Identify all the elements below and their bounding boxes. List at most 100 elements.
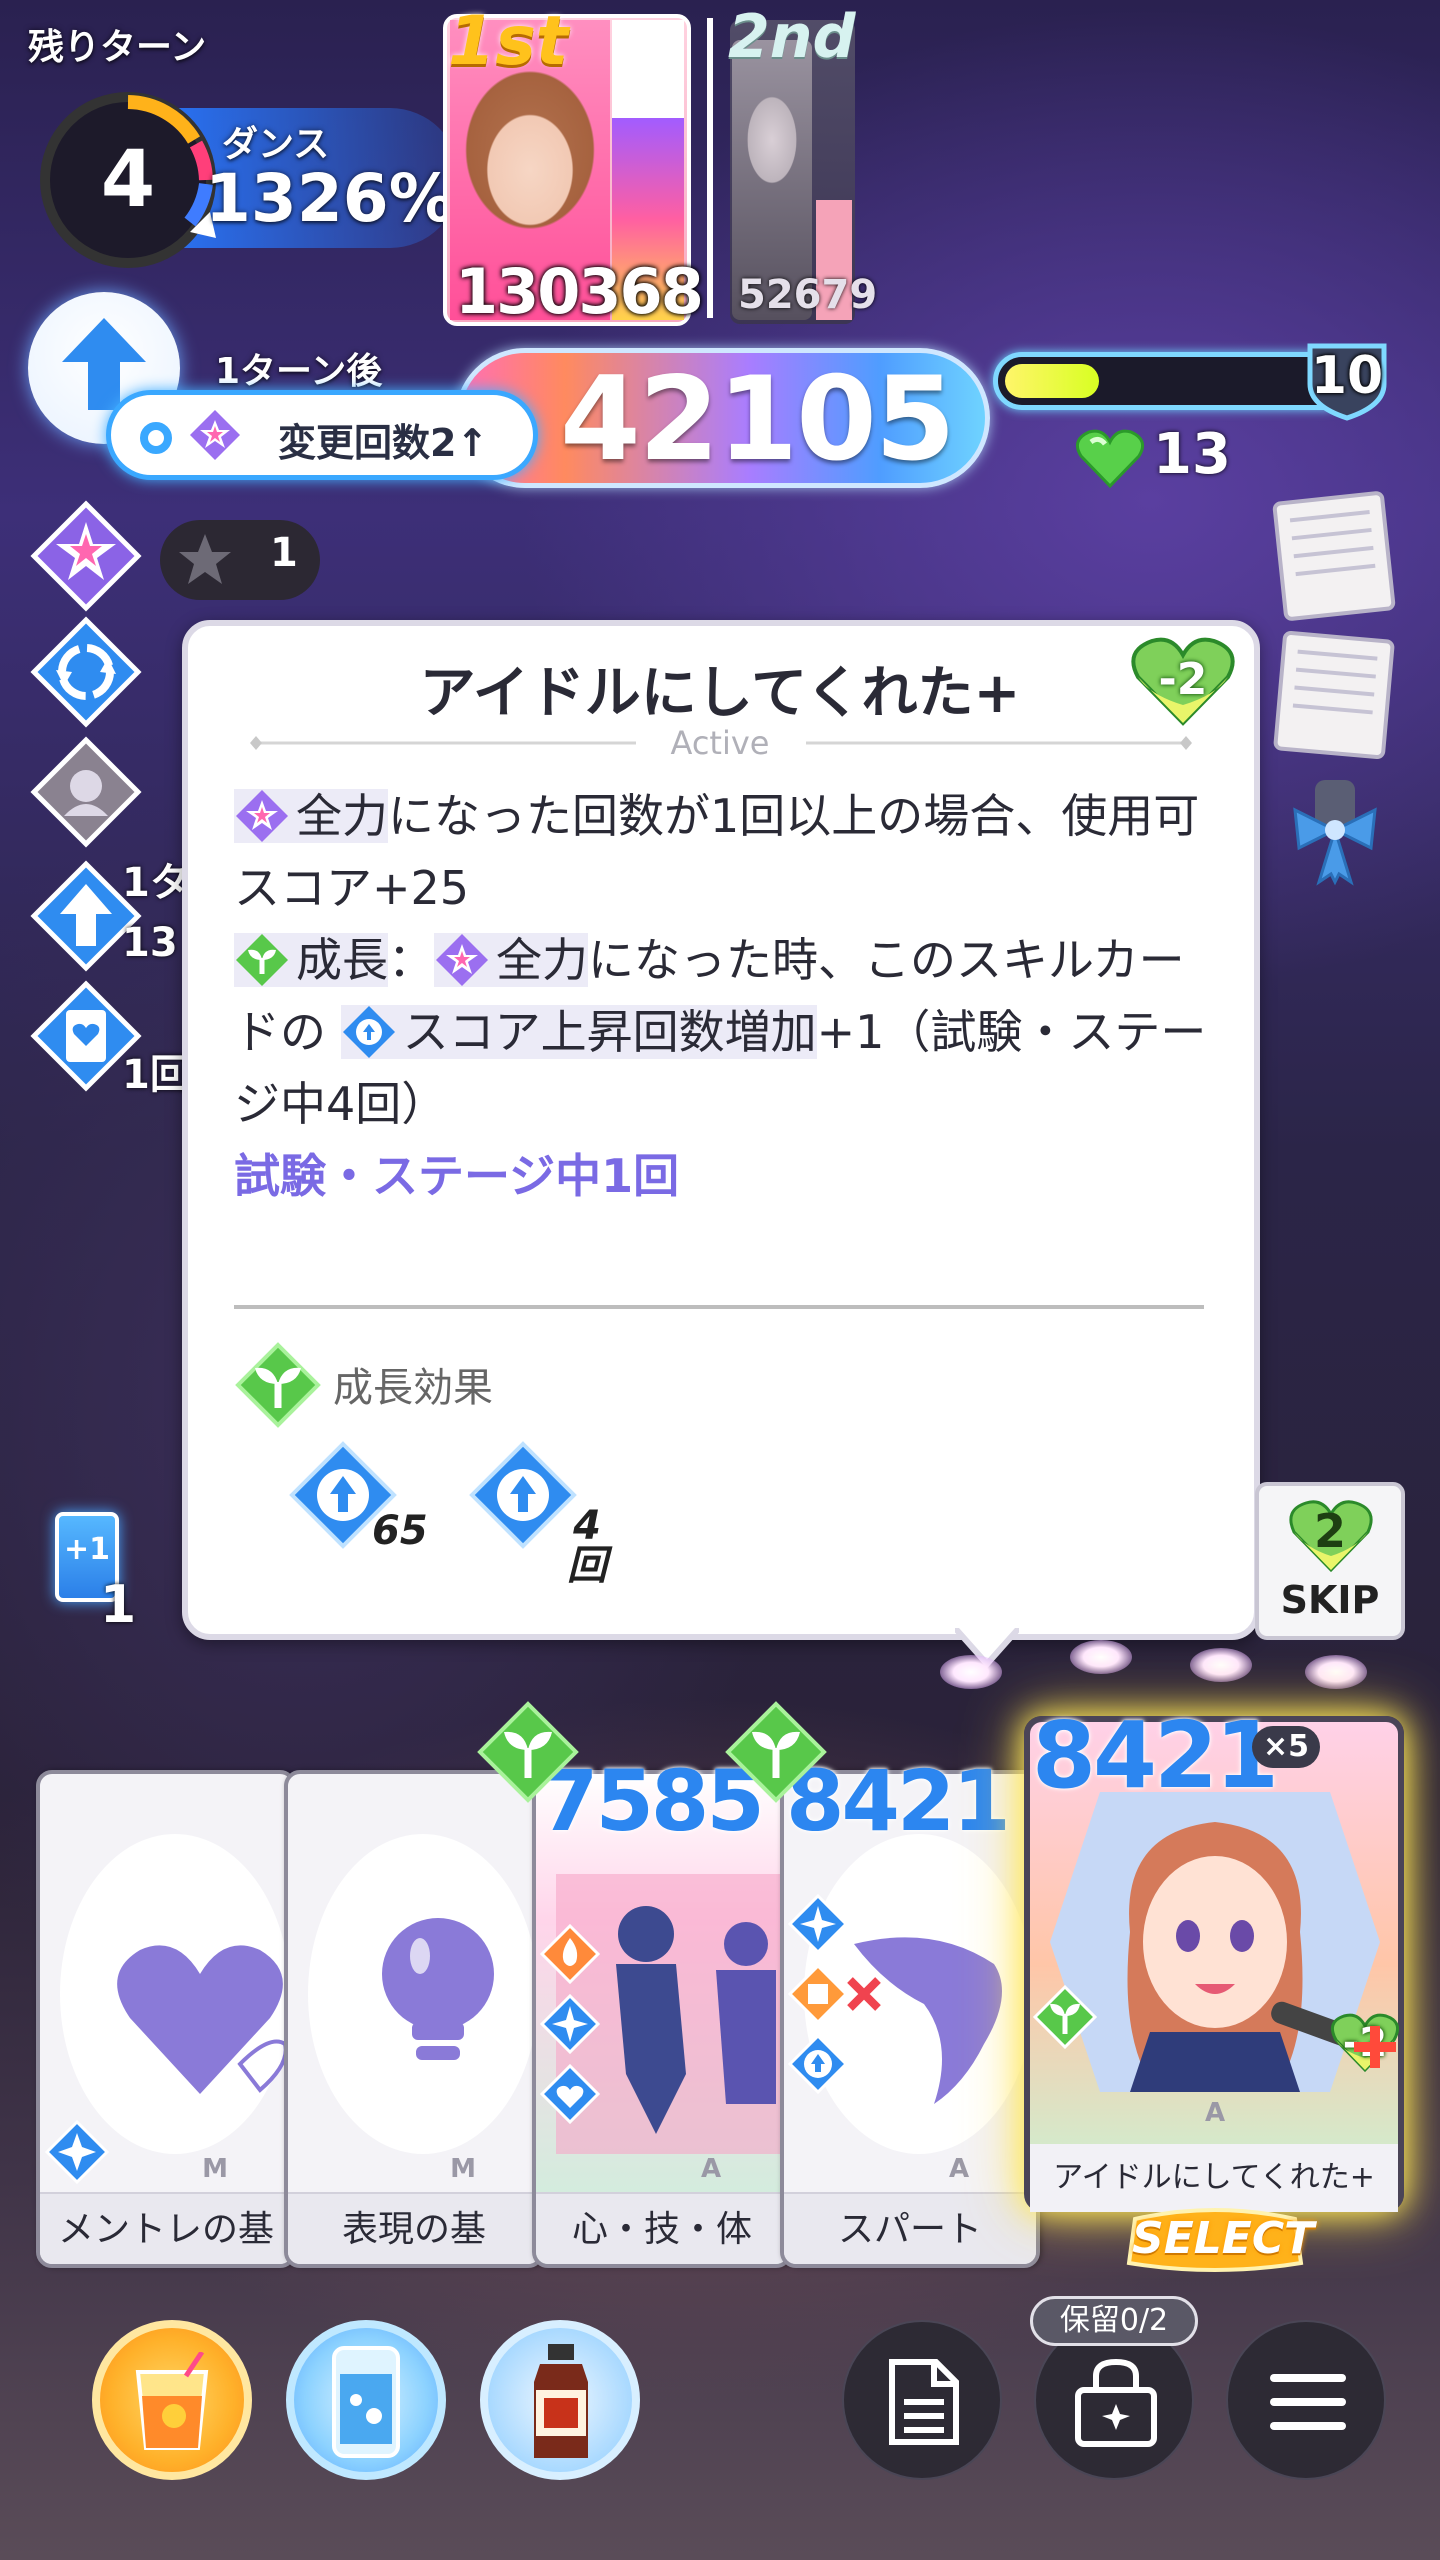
hold-count-pill: 保留0/2 [1030,2296,1198,2346]
buff-duration-1: 1タ [122,860,190,906]
plus-icon [1354,2026,1396,2068]
skill-card-1[interactable]: M メントレの基 [36,1770,296,2268]
menu-button[interactable] [1226,2320,1386,2480]
extra-card-label: +1 [63,1532,110,1567]
tooltip-line2: スコア+25 [234,861,470,915]
stamina-value: 10 [1310,346,1384,406]
stage-light [1070,1640,1132,1674]
drink-slot-2[interactable] [286,2320,446,2480]
turns-remaining-label: 残りターン [28,27,207,68]
document-icon [889,2359,959,2445]
selected-card-multiplier: ×5 [1252,1726,1320,1768]
extra-card-count: 1 [100,1575,137,1635]
stage-light [940,1655,1002,1689]
select-label: SELECT [1132,2213,1315,2264]
growth-effect-label: 成長効果 [333,1365,493,1411]
hamburger-menu-icon [1270,2374,1346,2430]
card-3-ml: A [700,2154,722,2184]
buff-duration-2: 13 [122,920,178,966]
heart-card-icon [540,2064,600,2124]
selected-card-ml: A [1204,2098,1226,2128]
spark-icon [44,2119,110,2185]
card-4-ml: A [948,2154,970,2184]
dance-percent: 1326% [205,160,455,237]
tooltip-rule [234,1305,1204,1309]
stage-light [1190,1648,1252,1682]
score-value: 42105 [560,352,956,487]
tooltip-line1-highlight: 全力 [296,789,388,843]
tooltip-line3-highlight-2: 全力 [496,933,588,987]
drink-slot-3[interactable] [480,2320,640,2480]
spark-icon [540,1994,600,2054]
tooltip-title: アイドルにしてくれた+ [419,661,1021,726]
spark-icon [788,1894,848,1954]
card-3-name: 心・技・体 [536,2192,788,2264]
rank-divider [707,18,713,318]
growth-badge-icon [477,1701,579,1803]
card-1-ml: M [202,2154,228,2184]
full-power-icon [236,790,288,842]
full-power-icon [436,934,488,986]
score-count-up-icon [342,1006,395,1058]
buff-duration-3: 1回 [122,1052,190,1098]
stage-light [1305,1655,1367,1689]
tooltip-cost: -2 [1158,654,1208,705]
skill-card-2[interactable]: M 表現の基 [284,1770,544,2268]
block-icon [788,1964,848,2024]
oolong-tea-icon [534,2344,588,2458]
bird-icon [854,1937,1002,2104]
growth-count-value: 4回 [567,1503,607,1589]
bag-icon [1075,2358,1157,2447]
cycle-buff-icon[interactable] [30,616,142,728]
tooltip-line3-highlight-1: 成長 [296,933,388,987]
drink-slot-1[interactable] [92,2320,252,2480]
rank-1-tag: 1st [448,2,569,81]
card-2-ml: M [450,2154,476,2184]
tooltip-usage-limit: 試験・ステージ中1回 [234,1149,680,1203]
tooltip-line3-separator: ： [388,933,434,987]
selected-card-cost: 8421 [1032,1702,1279,1809]
memo-note-icon[interactable] [1272,490,1396,622]
star-count-value: 1 [270,530,298,576]
card-1-name: メントレの基 [40,2192,292,2264]
count-growth-icon [469,1441,577,1549]
card-2-name: 表現の基 [288,2192,540,2264]
stamina-fill [1005,364,1099,398]
rank-2-score: 52679 [738,272,878,318]
full-power-buff-icon[interactable] [30,500,142,612]
lightbulb-icon [382,1918,494,2060]
growth-icon [1032,1984,1098,2050]
character-buff-icon[interactable] [30,736,142,848]
skip-cost: 2 [1313,1504,1346,1558]
growth-badge-icon [725,1701,827,1803]
selected-card-name: アイドルにしてくれた+ [1030,2144,1398,2212]
clipboard-icon[interactable] [1272,630,1396,760]
juice-drink-icon [135,2352,209,2450]
growth-effect-icon [235,1342,321,1428]
growth-icon [236,934,288,986]
hp-heart-icon [1075,429,1145,489]
tooltip-section-label: Active [670,724,770,762]
change-count-dot [140,422,172,454]
flame-icon [540,1924,600,1984]
rank-1-score: 130368 [455,255,704,328]
heart-hand-icon [117,1945,288,2094]
change-count-text: 変更回数2↑ [278,421,489,465]
tooltip-body: 全力になった回数が1回以上の場合、使用可 スコア+25 成長： 全力になった時、… [234,780,1224,1212]
card-4-name: スパート [784,2192,1036,2264]
score-count-up-icon [788,2034,848,2094]
tooltip-line3-highlight-3: スコア上昇回数増加 [402,1005,817,1059]
star-icon [179,534,231,584]
skip-label: SKIP [1280,1578,1380,1622]
deck-list-button[interactable] [842,2320,1002,2480]
water-can-icon [332,2346,400,2458]
growth-score-value: 65 [372,1508,428,1554]
hp-value: 13 [1153,422,1231,487]
ribbon-item-icon[interactable] [1285,770,1385,890]
tooltip-line1-text: になった回数が1回以上の場合、使用可 [388,789,1200,843]
rank-2-tag: 2nd [728,2,856,72]
turns-remaining-value: 4 [100,135,156,225]
full-power-icon [190,410,240,460]
after-turn-label: 1ターン後 [215,351,383,392]
cross-mark-icon [847,1977,881,2011]
